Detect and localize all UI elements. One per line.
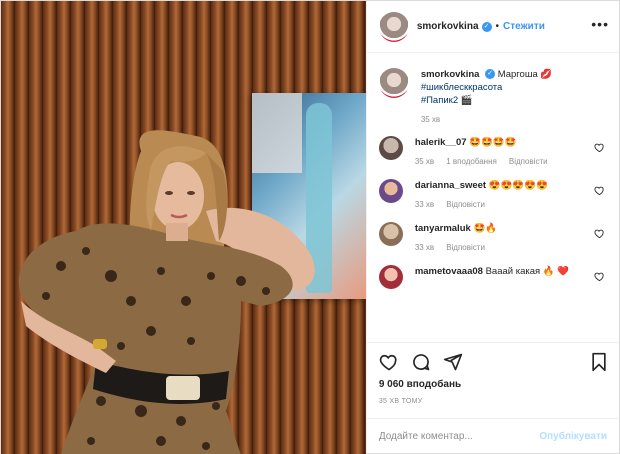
header-username[interactable]: smorkovkina	[417, 21, 479, 32]
comment-username[interactable]: halerik__07	[415, 137, 467, 148]
hashtag-link[interactable]: #Папик2 🎬	[421, 94, 607, 107]
caption-text: Маргоша 💋	[497, 69, 553, 80]
post-header: smorkovkina ✓ • Стежити •••	[366, 1, 619, 53]
comment-input[interactable]	[378, 431, 540, 442]
comment-username[interactable]: tanyarmaluk	[415, 223, 471, 234]
action-bar	[366, 342, 619, 380]
hashtag-link[interactable]: #шикблесккрасота	[421, 81, 607, 94]
heart-icon[interactable]	[594, 185, 605, 196]
heart-icon[interactable]	[594, 228, 605, 239]
add-comment-bar: Опублікувати	[366, 418, 619, 454]
post-photo[interactable]	[1, 1, 366, 454]
comment-item: halerik__07 🤩🤩🤩🤩 35 хв 1 вподобання Відп…	[378, 136, 607, 166]
more-icon[interactable]: •••	[591, 16, 609, 32]
comment-time: 33 хв	[414, 200, 435, 209]
bookmark-icon[interactable]	[589, 352, 609, 372]
comment-likes[interactable]: 1 вподобання	[446, 157, 497, 166]
comment-username[interactable]: mametovaaa08	[415, 266, 483, 277]
comment-item: tanyarmaluk 🤩🔥 33 хв Відповісти	[378, 222, 607, 252]
verified-icon: ✓	[485, 69, 496, 80]
publish-button[interactable]: Опублікувати	[539, 431, 607, 442]
separator-dot: •	[495, 21, 500, 32]
comment-item: darianna_sweet 😍😍😍😍😍 33 хв Відповісти	[378, 179, 607, 209]
post-container: smorkovkina ✓ • Стежити ••• smorkovkina …	[0, 0, 620, 454]
comment-icon[interactable]	[411, 352, 431, 372]
woman-figure	[18, 130, 315, 454]
verified-icon: ✓	[481, 21, 492, 32]
follow-button[interactable]: Стежити	[503, 21, 545, 32]
reply-button[interactable]: Відповісти	[509, 157, 548, 166]
comment-time: 33 хв	[414, 243, 435, 252]
post-sidebar: smorkovkina ✓ • Стежити ••• smorkovkina …	[365, 1, 619, 454]
comment-time: 35 хв	[414, 157, 435, 166]
heart-icon[interactable]	[594, 271, 605, 282]
caption: smorkovkina ✓ Маргоша 💋 #шикблесккрасота…	[378, 68, 607, 124]
caption-username[interactable]: smorkovkina	[421, 69, 480, 80]
heart-icon[interactable]	[379, 352, 399, 372]
avatar[interactable]	[378, 136, 403, 160]
avatar[interactable]	[378, 222, 403, 246]
comment-text: Вааай какая 🔥 ❤️	[485, 266, 570, 277]
avatar[interactable]	[378, 179, 403, 203]
heart-icon[interactable]	[594, 142, 605, 153]
likes-count[interactable]: 9 060 вподобань	[379, 379, 461, 390]
caption-time: 35 хв	[420, 115, 441, 124]
comment-item: mametovaaa08 Вааай какая 🔥 ❤️	[378, 265, 607, 289]
avatar[interactable]	[378, 265, 403, 289]
comment-username[interactable]: darianna_sweet	[415, 180, 486, 191]
avatar[interactable]	[378, 68, 409, 98]
comments-list[interactable]: smorkovkina ✓ Маргоша 💋 #шикблесккрасота…	[367, 54, 619, 341]
comment-text: 🤩🤩🤩🤩	[469, 137, 517, 148]
comment-text: 😍😍😍😍😍	[488, 180, 548, 191]
share-icon[interactable]	[443, 352, 463, 372]
reply-button[interactable]: Відповісти	[446, 243, 485, 252]
avatar[interactable]	[378, 11, 409, 42]
post-timestamp: 35 ХВ ТОМУ	[378, 398, 423, 405]
comment-text: 🤩🔥	[473, 223, 498, 234]
reply-button[interactable]: Відповісти	[446, 200, 485, 209]
